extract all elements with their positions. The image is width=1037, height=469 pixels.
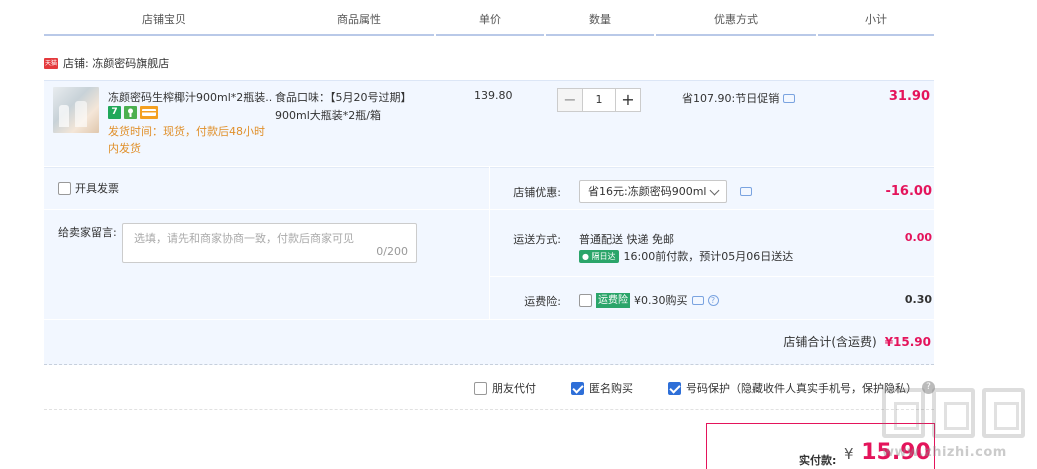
anonymous-option[interactable]: 匿名购买 — [571, 380, 633, 396]
separator — [44, 409, 934, 410]
shop-discount-selected: 省16元:冻颜密码900ml — [588, 185, 707, 198]
invoice-label: 开具发票 — [75, 182, 119, 195]
product-thumbnail[interactable] — [53, 87, 99, 133]
product-title[interactable]: 冻颜密码生榨椰汁900ml*2瓶装... — [108, 89, 273, 105]
insurance-price: ¥0.30购买 — [634, 294, 688, 307]
friend-pay-checkbox[interactable] — [474, 381, 487, 395]
message-char-count: 0/200 — [376, 245, 408, 258]
header-col-attributes: 商品属性 — [284, 0, 434, 36]
shop-line: 天猫 店铺: 冻颜密码旗舰店 — [44, 56, 169, 70]
invoice-option[interactable]: 开具发票 — [58, 180, 119, 196]
shop-total-value: ¥15.90 — [884, 334, 931, 349]
header-col-quantity: 数量 — [546, 0, 654, 36]
watermark-glyph — [932, 388, 975, 438]
watermark-glyph — [982, 388, 1025, 438]
chat-bubble-icon[interactable] — [691, 295, 704, 305]
next-day-tag: ● 隔日达 — [579, 249, 619, 263]
number-protect-option[interactable]: 号码保护（隐藏收件人真实手机号，保护隐私） — [668, 380, 917, 396]
guarantee-icon — [124, 106, 137, 119]
shipping-label: 运送方式: — [513, 233, 561, 246]
header-col-price: 单价 — [436, 0, 544, 36]
quantity-stepper: − 1 + — [557, 88, 641, 112]
shipping-estimate: 16:00前付款，预计05月06日送达 — [623, 250, 794, 263]
watermark-glyph — [882, 388, 925, 438]
message-label: 给卖家留言: — [58, 226, 117, 239]
header-col-promotion: 优惠方式 — [656, 0, 816, 36]
product-attributes: 食品口味：【5月20号过期】900ml大瓶装*2瓶/箱 — [275, 91, 412, 122]
shop-discount-amount: -16.00 — [885, 184, 932, 199]
options-row-divider — [44, 319, 934, 320]
shop-total-label: 店铺合计(含运费) — [783, 335, 877, 349]
shipping-method: 普通配送 快递 免邮 — [579, 233, 674, 246]
item-subtotal: 31.90 — [888, 89, 930, 104]
options-row-divider — [489, 276, 934, 277]
shipping-amount: 0.00 — [904, 231, 932, 244]
watermark-logo — [882, 388, 1025, 438]
insurance-tag: 运费险 — [596, 292, 630, 308]
seven-day-return-icon: 7 — [108, 106, 121, 119]
shipping-estimate-row: ● 隔日达 16:00前付款，预计05月06日送达 — [579, 248, 793, 264]
options-row-divider — [44, 209, 489, 210]
shop-total-row: 店铺合计(含运费) ¥15.90 — [783, 333, 931, 350]
anonymous-checkbox[interactable] — [571, 381, 584, 395]
insurance-option[interactable]: 运费险 ¥0.30购买 ? — [579, 292, 719, 308]
item-promotion: 省107.90:节日促销 — [682, 90, 796, 106]
shop-discount-select[interactable]: 省16元:冻颜密码900ml — [579, 180, 727, 203]
chat-bubble-icon[interactable] — [783, 93, 796, 103]
options-divider — [489, 167, 490, 319]
quantity-plus-button[interactable]: + — [615, 88, 641, 112]
ship-time-note: 发货时间：现货，付款后48小时内发货 — [108, 125, 265, 155]
header-col-subtotal: 小计 — [818, 0, 934, 36]
number-protect-checkbox[interactable] — [668, 381, 681, 395]
shop-name[interactable]: 店铺: 冻颜密码旗舰店 — [63, 55, 169, 71]
message-placeholder: 选填，请先和商家协商一致，付款后商家可见 — [134, 232, 354, 245]
shop-discount-label: 店铺优惠: — [513, 186, 561, 199]
friend-pay-label: 朋友代付 — [492, 382, 536, 395]
watermark-text: www.zhizhi.com — [882, 445, 1007, 460]
tmall-shop-icon: 天猫 — [44, 57, 58, 69]
payment-label: 实付款: — [799, 454, 837, 467]
quantity-minus-button[interactable]: − — [557, 88, 583, 112]
invoice-checkbox[interactable] — [58, 181, 71, 195]
question-icon[interactable]: ? — [707, 294, 719, 306]
unit-price: 139.80 — [474, 89, 513, 102]
insurance-checkbox[interactable] — [579, 293, 592, 307]
anonymous-label: 匿名购买 — [589, 382, 633, 395]
quantity-input[interactable]: 1 — [583, 88, 615, 112]
header-col-shop-item: 店铺宝贝 — [44, 0, 284, 36]
product-badges: 7 — [108, 106, 158, 119]
insurance-amount: 0.30 — [904, 293, 932, 306]
chevron-down-icon — [709, 185, 720, 196]
credit-card-icon — [140, 106, 158, 119]
friend-pay-option[interactable]: 朋友代付 — [474, 380, 536, 396]
options-row-divider — [489, 209, 934, 210]
seller-message-input[interactable]: 选填，请先和商家协商一致，付款后商家可见 0/200 — [122, 223, 417, 263]
item-promotion-text: 省107.90:节日促销 — [682, 92, 780, 105]
insurance-label: 运费险: — [524, 295, 561, 308]
chat-bubble-icon[interactable] — [740, 187, 752, 196]
